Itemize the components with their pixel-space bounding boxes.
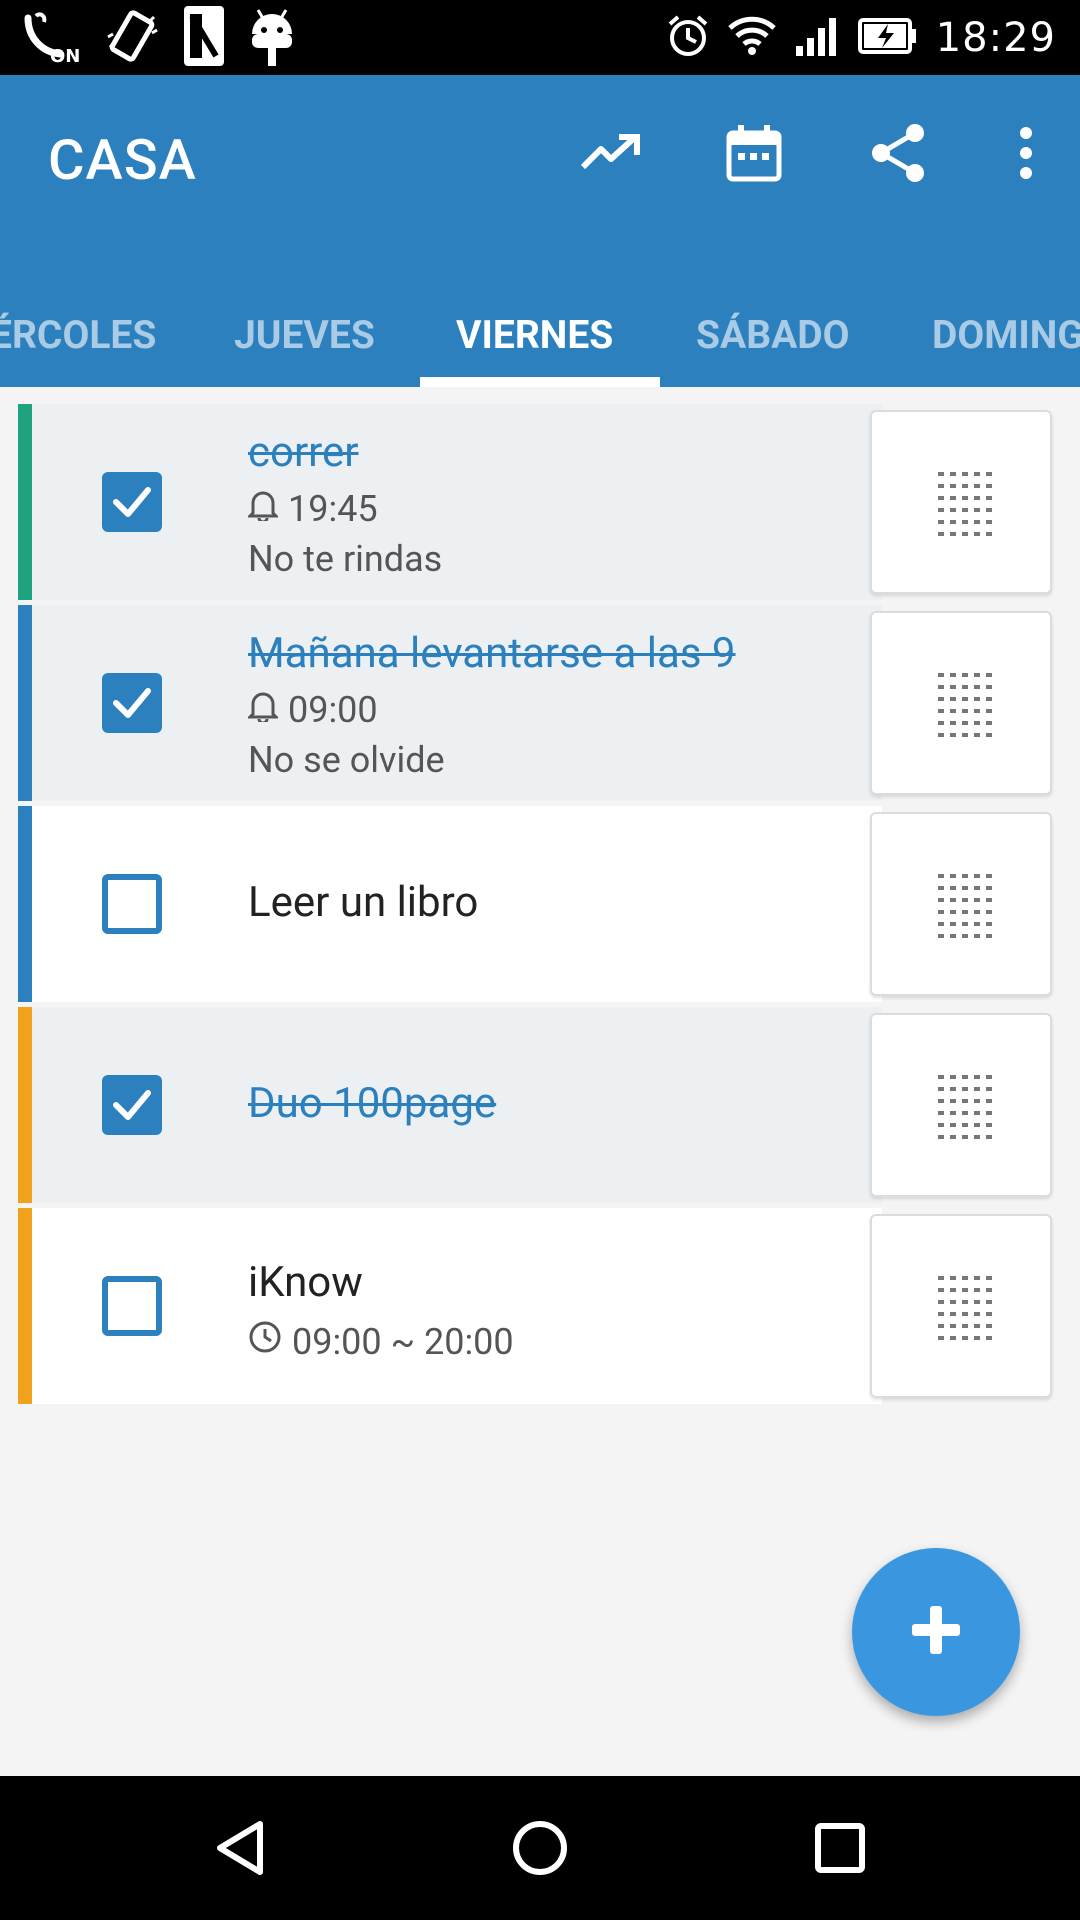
task-title: Mañana levantarse a las 9 xyxy=(248,629,736,678)
check-icon xyxy=(113,487,151,517)
bell-icon xyxy=(246,488,280,530)
svg-text:ON: ON xyxy=(50,46,80,63)
app-bar: CASA ÉRCOLES JUEVES VIERNES SÁBADO DOMIN… xyxy=(0,75,1080,387)
task-note: No se olvide xyxy=(248,739,445,781)
drag-handle[interactable] xyxy=(870,812,1052,996)
back-icon xyxy=(217,1821,263,1875)
signal-icon xyxy=(794,16,840,60)
task-reminder: 19:45 xyxy=(246,488,378,530)
task-title: iKnow xyxy=(248,1258,363,1307)
task-row[interactable]: Leer un libro xyxy=(18,806,1064,1002)
task-checkbox[interactable] xyxy=(102,673,162,733)
more-vert-icon xyxy=(1019,127,1033,183)
clock-icon xyxy=(248,1320,282,1363)
task-checkbox[interactable] xyxy=(102,874,162,934)
plus-icon xyxy=(908,1602,964,1662)
task-title: Duo 100page xyxy=(248,1079,497,1128)
vibrate-icon xyxy=(104,7,160,69)
drag-handle[interactable] xyxy=(870,410,1052,594)
task-reminder: 09:00 xyxy=(246,689,378,731)
tab-jueves[interactable]: JUEVES xyxy=(234,283,375,387)
alarm-icon xyxy=(666,14,710,62)
recents-button[interactable] xyxy=(808,1816,872,1880)
task-body[interactable]: Mañana levantarse a las 9 09:00 No se ol… xyxy=(32,605,882,801)
task-time: 19:45 xyxy=(288,488,378,530)
share-button[interactable] xyxy=(866,123,930,187)
tab-domingo[interactable]: DOMINGO xyxy=(932,283,1080,387)
add-task-button[interactable] xyxy=(852,1548,1020,1716)
tab-sabado[interactable]: SÁBADO xyxy=(696,283,850,387)
tab-miercoles[interactable]: ÉRCOLES xyxy=(0,283,156,387)
task-time: 09:00 xyxy=(288,689,378,731)
task-row[interactable]: Duo 100page xyxy=(18,1007,1064,1203)
drag-handle-icon xyxy=(938,1276,992,1340)
task-color-stripe xyxy=(18,404,32,600)
drag-handle-icon xyxy=(938,1075,992,1139)
check-icon xyxy=(113,688,151,718)
task-body[interactable]: correr 19:45 No te rindas xyxy=(32,404,882,600)
trending-icon xyxy=(579,133,641,177)
task-row[interactable]: iKnow 09:00 ~ 20:00 xyxy=(18,1208,1064,1404)
back-button[interactable] xyxy=(208,1816,272,1880)
drag-handle[interactable] xyxy=(870,1013,1052,1197)
android-debug-icon xyxy=(248,4,296,72)
task-row[interactable]: Mañana levantarse a las 9 09:00 No se ol… xyxy=(18,605,1064,801)
task-color-stripe xyxy=(18,605,32,801)
task-color-stripe xyxy=(18,806,32,1002)
task-body[interactable]: Duo 100page xyxy=(32,1007,882,1203)
task-body[interactable]: iKnow 09:00 ~ 20:00 xyxy=(32,1208,882,1404)
more-options-button[interactable] xyxy=(994,123,1058,187)
task-checkbox[interactable] xyxy=(102,472,162,532)
bell-icon xyxy=(246,689,280,731)
share-icon xyxy=(869,123,927,187)
sim-icon xyxy=(182,4,226,72)
task-body[interactable]: Leer un libro xyxy=(32,806,882,1002)
drag-handle-icon xyxy=(938,472,992,536)
wifi-icon xyxy=(728,16,776,60)
status-bar: ON 18:29 xyxy=(0,0,1080,75)
task-checkbox[interactable] xyxy=(102,1276,162,1336)
battery-charging-icon xyxy=(857,16,918,60)
home-icon xyxy=(513,1821,567,1875)
volte-on-icon: ON xyxy=(22,8,82,67)
recents-icon xyxy=(815,1823,865,1873)
drag-handle[interactable] xyxy=(870,611,1052,795)
task-title: correr xyxy=(248,428,359,477)
statistics-button[interactable] xyxy=(578,123,642,187)
task-color-stripe xyxy=(18,1208,32,1404)
check-icon xyxy=(113,1090,151,1120)
active-tab-indicator xyxy=(420,377,660,387)
navigation-bar xyxy=(0,1776,1080,1920)
task-note: No te rindas xyxy=(248,538,443,580)
calendar-icon xyxy=(726,123,782,187)
drag-handle[interactable] xyxy=(870,1214,1052,1398)
task-row[interactable]: correr 19:45 No te rindas xyxy=(18,404,1064,600)
tab-viernes[interactable]: VIERNES xyxy=(456,283,613,387)
page-title: CASA xyxy=(48,127,197,193)
task-checkbox[interactable] xyxy=(102,1075,162,1135)
task-schedule: 09:00 ~ 20:00 xyxy=(248,1320,514,1363)
day-tabs: ÉRCOLES JUEVES VIERNES SÁBADO DOMINGO xyxy=(0,283,1080,387)
drag-handle-icon xyxy=(938,673,992,737)
task-time: 09:00 ~ 20:00 xyxy=(292,1320,514,1363)
task-title: Leer un libro xyxy=(248,878,479,927)
clock-time: 18:29 xyxy=(935,14,1056,61)
calendar-button[interactable] xyxy=(722,123,786,187)
home-button[interactable] xyxy=(508,1816,572,1880)
drag-handle-icon xyxy=(938,874,992,938)
task-color-stripe xyxy=(18,1007,32,1203)
